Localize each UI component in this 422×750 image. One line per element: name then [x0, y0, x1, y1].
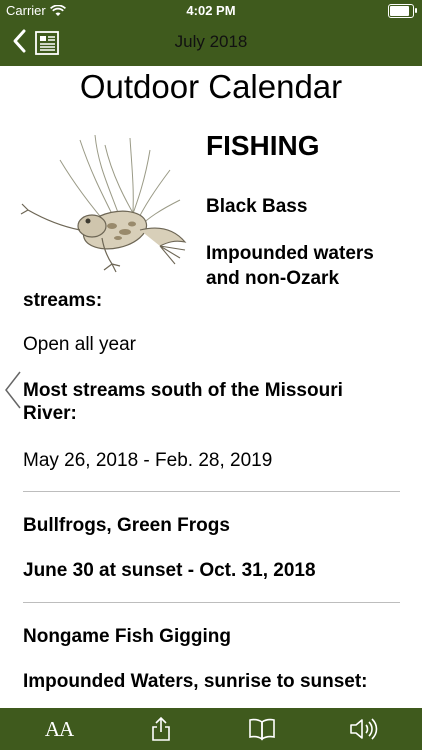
status-time: 4:02 PM [186, 3, 236, 18]
impounded-heading: Impounded waters and non-Ozark [206, 241, 374, 291]
season-text-open: Open all year [23, 334, 137, 355]
frog-illustration [20, 134, 187, 273]
divider [23, 491, 400, 492]
impounded-line-2: and non-Ozark [206, 268, 340, 289]
impounded-line-1: Impounded waters [206, 243, 374, 264]
speaker-button[interactable] [348, 714, 378, 744]
species-heading: Black Bass [206, 196, 308, 217]
impounded-sunrise-heading: Impounded Waters, sunrise to sunset: [23, 671, 368, 692]
bottom-toolbar: AA [0, 708, 422, 750]
season-dates-frogs: June 30 at sunset - Oct. 31, 2018 [23, 560, 316, 581]
most-streams-heading: Most streams south of the Missouri River… [23, 380, 343, 424]
nav-title: July 2018 [174, 32, 248, 51]
book-button[interactable] [247, 714, 277, 744]
text-size-icon: AA [44, 716, 74, 741]
article-content[interactable]: Outdoor Calendar FISHING Black Bass Impo… [0, 66, 422, 708]
section-heading: FISHING [206, 130, 320, 161]
previous-page-chevron-icon[interactable] [2, 370, 24, 410]
page-title: Outdoor Calendar [79, 68, 343, 105]
bullfrogs-heading: Bullfrogs, Green Frogs [23, 515, 230, 536]
book-icon [249, 718, 275, 741]
nav-bar: July 2018 [0, 22, 422, 66]
battery-icon [388, 4, 417, 18]
share-button[interactable] [146, 714, 176, 744]
status-bar: Carrier 4:02 PM [0, 0, 422, 22]
share-icon [152, 716, 170, 741]
divider [23, 602, 400, 603]
season-dates-bass: May 26, 2018 - Feb. 28, 2019 [23, 450, 273, 471]
top-bar: Carrier 4:02 PM July 2018 [0, 0, 422, 66]
impounded-line-3: streams: [23, 290, 103, 311]
text-size-button[interactable]: AA [44, 714, 74, 744]
nongame-heading: Nongame Fish Gigging [23, 626, 231, 647]
speaker-icon [350, 718, 378, 740]
